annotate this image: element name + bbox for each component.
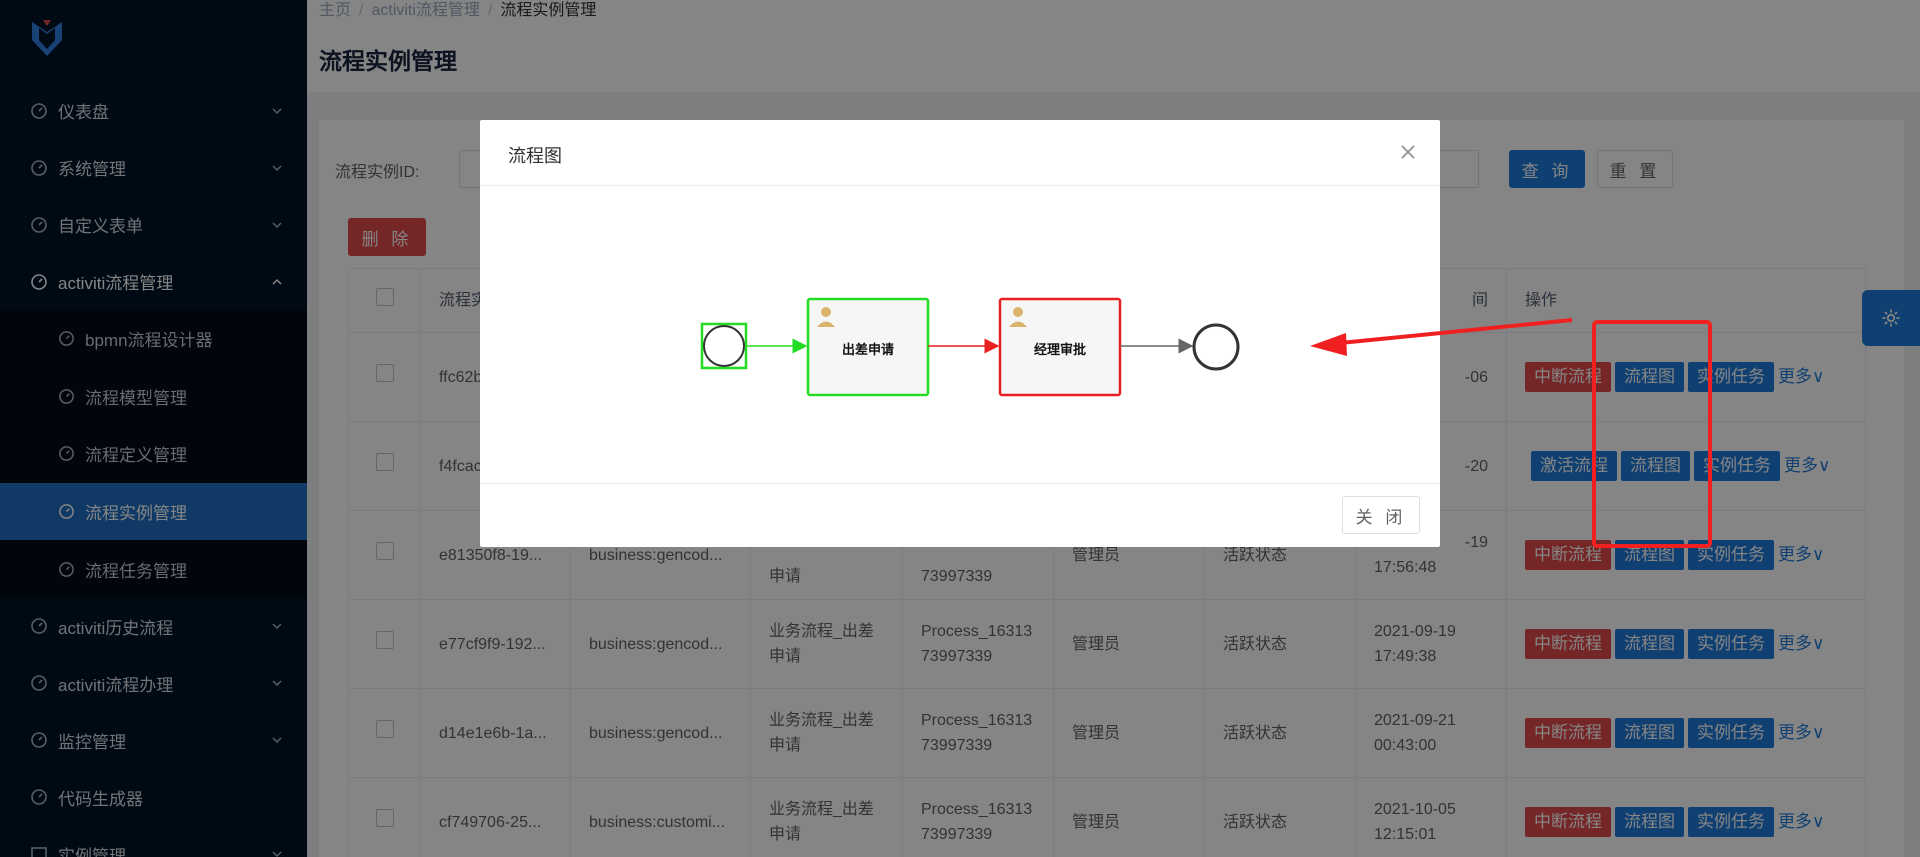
dialog-body: 出差申请 经理审批 xyxy=(480,186,1440,483)
dialog-footer: 关 闭 xyxy=(480,483,1440,547)
bpmn-start-event xyxy=(700,322,748,370)
bpmn-task-approve: 经理审批 xyxy=(998,297,1122,397)
dialog-header: 流程图 xyxy=(480,120,1440,186)
diagram-dialog: 流程图 出差申请 经理审批 关 闭 xyxy=(480,120,1440,547)
bpmn-task-apply: 出差申请 xyxy=(806,297,930,397)
dialog-title: 流程图 xyxy=(508,146,562,166)
bpmn-diagram: 出差申请 经理审批 xyxy=(700,297,1240,397)
dialog-close-button[interactable]: 关 闭 xyxy=(1342,496,1420,534)
bpmn-end-event xyxy=(1192,323,1240,371)
bpmn-task-label: 出差申请 xyxy=(842,342,894,358)
bpmn-task-label: 经理审批 xyxy=(1034,342,1086,358)
close-icon[interactable] xyxy=(1398,142,1418,162)
